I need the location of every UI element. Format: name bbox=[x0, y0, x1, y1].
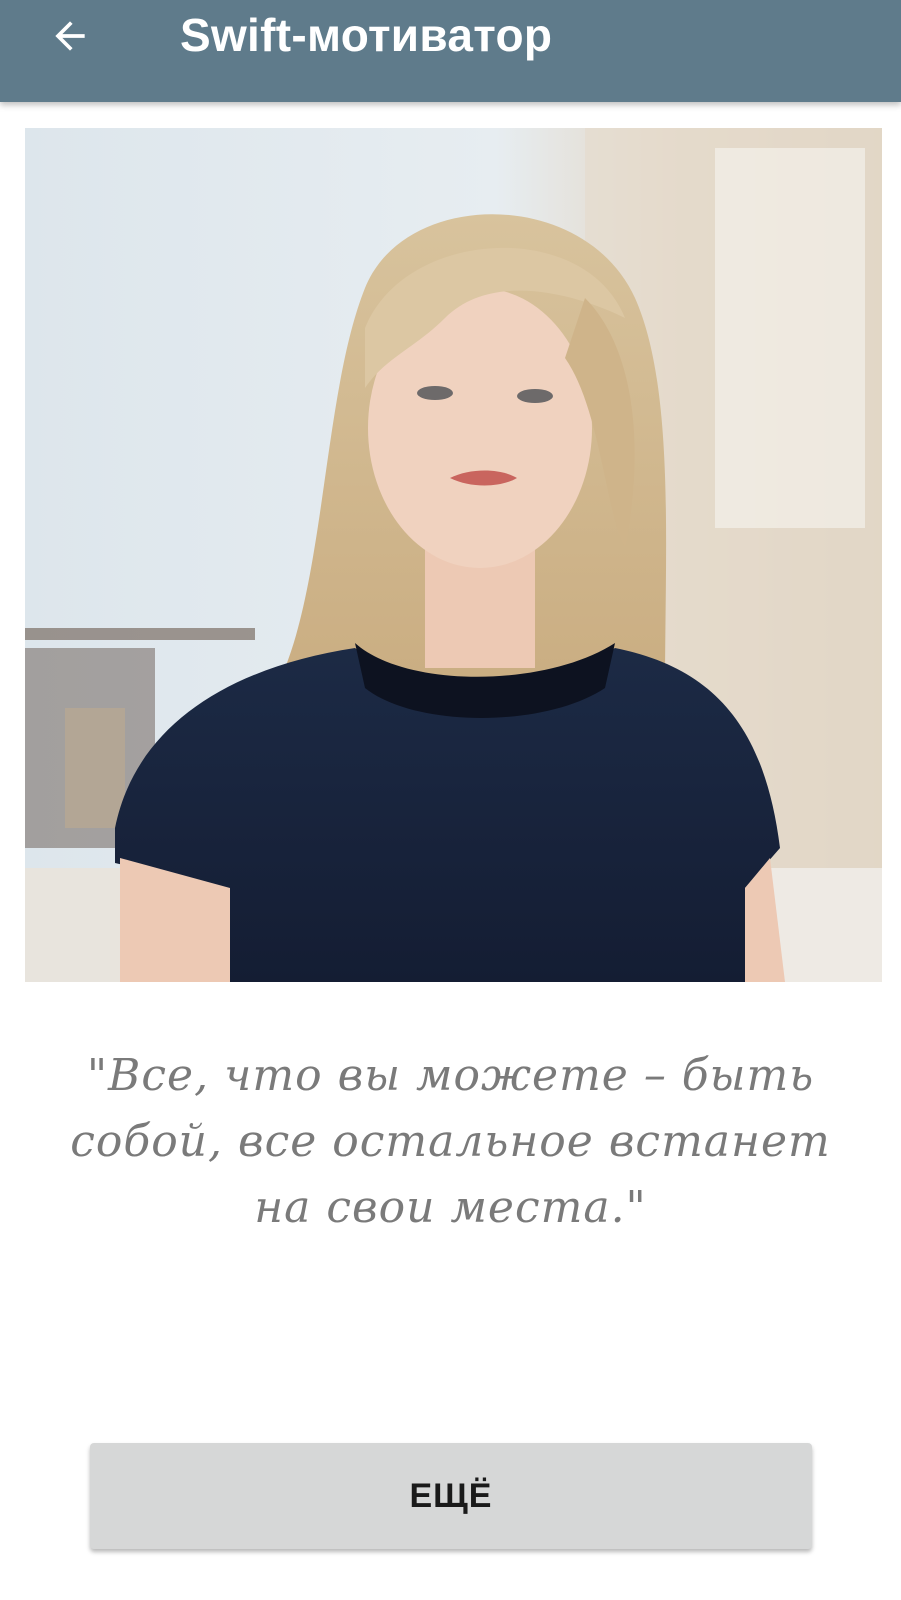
motivator-photo bbox=[25, 128, 882, 982]
arrow-left-icon bbox=[55, 21, 85, 51]
toolbar-title: Swift-мотиватор bbox=[180, 9, 553, 61]
motivational-quote: "Все, что вы можете – быть собой, все ос… bbox=[70, 1050, 831, 1233]
more-button-label: ЕЩЁ bbox=[409, 1476, 493, 1515]
app-screen: Swift-мотиватор "Все, что вы можете – бы… bbox=[0, 0, 901, 1600]
app-toolbar: Swift-мотиватор bbox=[0, 0, 901, 102]
more-button[interactable]: ЕЩЁ bbox=[90, 1443, 812, 1549]
portrait-image bbox=[25, 128, 882, 982]
back-button[interactable] bbox=[34, 0, 106, 72]
